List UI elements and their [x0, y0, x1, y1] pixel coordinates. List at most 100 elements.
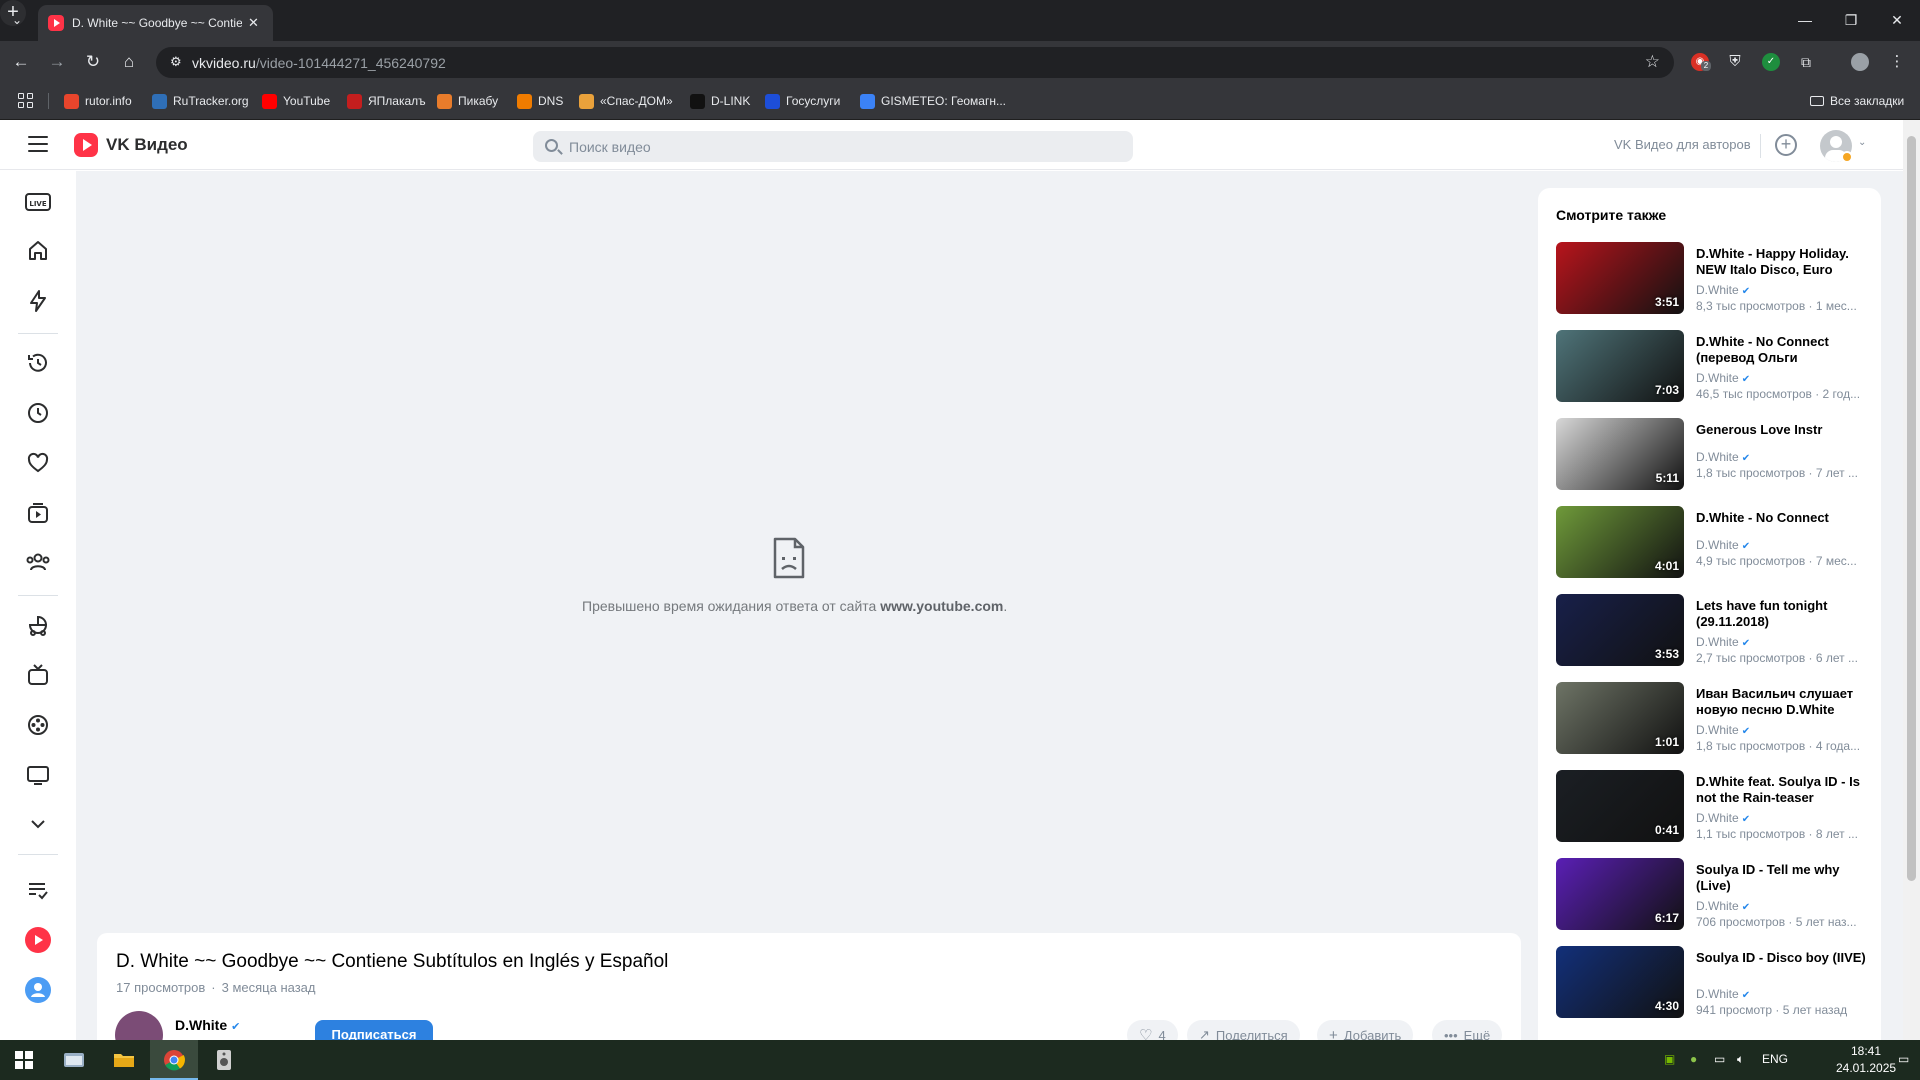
recommended-video-title[interactable]: D.White - No Connect: [1696, 510, 1866, 526]
recommended-video[interactable]: 0:41 D.White feat. Soulya ID - Is not the…: [1556, 770, 1866, 844]
close-window-button[interactable]: ✕: [1874, 0, 1920, 41]
nav-profile[interactable]: [24, 976, 52, 1004]
nav-liked[interactable]: [24, 449, 52, 477]
address-url[interactable]: vkvideo.ru/video-101444271_456240792: [192, 55, 446, 71]
taskbar-speaker-app[interactable]: [200, 1040, 248, 1080]
video-thumbnail[interactable]: 0:41: [1556, 770, 1684, 842]
extensions-puzzle-icon[interactable]: ⧉: [1797, 53, 1815, 71]
restore-window-button[interactable]: ❐: [1828, 0, 1874, 41]
recommended-video-title[interactable]: D.White - Happy Holiday. NEW Italo Disco…: [1696, 246, 1866, 278]
bookmark-youtube[interactable]: YouTube: [262, 92, 330, 110]
authors-link[interactable]: VK Видео для авторов: [1614, 137, 1751, 152]
nvidia-tray-icon[interactable]: ▣: [1664, 1052, 1675, 1066]
reload-icon[interactable]: ↻: [82, 51, 104, 73]
recommended-video[interactable]: 3:51 D.White - Happy Holiday. NEW Italo D…: [1556, 242, 1866, 316]
tab-search-icon[interactable]: ⌄: [12, 12, 22, 28]
recommended-video[interactable]: 4:01 D.White - No Connect D.White ✔ 4,9 тыс …: [1556, 506, 1866, 580]
recommended-video[interactable]: 6:17 Soulya ID - Tell me why (Live) D.Whit…: [1556, 858, 1866, 932]
profile-avatar-icon[interactable]: [1851, 53, 1869, 71]
taskbar-app-explorer-window[interactable]: [50, 1040, 98, 1080]
recommended-video-title[interactable]: Иван Васильич слушает новую песню D.Whit…: [1696, 686, 1866, 718]
recommended-video-channel[interactable]: D.White ✔: [1696, 450, 1750, 464]
bookmark-rutor[interactable]: rutor.info: [64, 92, 132, 110]
nav-tv-channels[interactable]: [24, 761, 52, 789]
nav-live[interactable]: LIVE: [24, 188, 52, 216]
upload-plus-icon[interactable]: +: [1775, 134, 1797, 156]
search-box[interactable]: [533, 131, 1133, 162]
bookmark-dlink[interactable]: D-LINK: [690, 92, 750, 110]
start-button[interactable]: [0, 1040, 48, 1080]
forward-arrow-icon[interactable]: →: [46, 51, 68, 73]
check-extension-icon[interactable]: ✓: [1762, 53, 1780, 71]
video-player[interactable]: [97, 188, 1521, 933]
taskbar-file-explorer[interactable]: [100, 1040, 148, 1080]
video-thumbnail[interactable]: 5:11: [1556, 418, 1684, 490]
recommended-video-title[interactable]: Lets have fun tonight (29.11.2018): [1696, 598, 1866, 630]
tab-close-icon[interactable]: ✕: [248, 15, 259, 31]
bookmark-gismeteo[interactable]: GISMETEO: Геомагн...: [860, 92, 1006, 110]
recommended-video-channel[interactable]: D.White ✔: [1696, 811, 1750, 825]
vk-video-logo-icon[interactable]: [74, 133, 98, 157]
recommended-video[interactable]: 4:30 Soulya ID - Disco boy (IIVE) D.White ✔…: [1556, 946, 1866, 1020]
bookmark-pikabu[interactable]: Пикабу: [437, 92, 498, 110]
recommended-video-channel[interactable]: D.White ✔: [1696, 283, 1750, 297]
adblock-extension-icon[interactable]: ◉ 2: [1691, 53, 1711, 71]
nav-my-videos[interactable]: [24, 499, 52, 527]
video-thumbnail[interactable]: 6:17: [1556, 858, 1684, 930]
menu-burger-icon[interactable]: [28, 136, 48, 152]
recommended-video-title[interactable]: Soulya ID - Tell me why (Live): [1696, 862, 1866, 894]
nav-home[interactable]: [24, 237, 52, 265]
video-thumbnail[interactable]: 3:51: [1556, 242, 1684, 314]
notifications-icon[interactable]: ▭: [1898, 1052, 1909, 1066]
channel-name[interactable]: D.White ✔: [175, 1017, 240, 1033]
nav-watch-later[interactable]: [24, 399, 52, 427]
nav-history[interactable]: [24, 349, 52, 377]
browser-menu-icon[interactable]: ⋮: [1888, 53, 1906, 71]
video-thumbnail[interactable]: 3:53: [1556, 594, 1684, 666]
video-thumbnail[interactable]: 1:01: [1556, 682, 1684, 754]
recommended-video[interactable]: 1:01 Иван Васильич слушает новую песню D.…: [1556, 682, 1866, 756]
recommended-video-title[interactable]: D.White feat. Soulya ID - Is not the Rai…: [1696, 774, 1866, 806]
back-arrow-icon[interactable]: ←: [10, 51, 32, 73]
bookmark-spasdom[interactable]: «Спас-ДОМ»: [579, 92, 673, 110]
recommended-video-channel[interactable]: D.White ✔: [1696, 538, 1750, 552]
bookmark-yaplakal[interactable]: ЯПлакалъ: [347, 92, 426, 110]
network-icon[interactable]: ▭: [1714, 1052, 1725, 1066]
recommended-video[interactable]: 7:03 D.White - No Connect (перевод Ольги …: [1556, 330, 1866, 404]
video-thumbnail[interactable]: 4:30: [1556, 946, 1684, 1018]
browser-tab-active[interactable]: D. White ~~ Goodbye ~~ Contiene Subtítul…: [38, 5, 273, 41]
recommended-video-channel[interactable]: D.White ✔: [1696, 987, 1750, 1001]
recommended-video-channel[interactable]: D.White ✔: [1696, 723, 1750, 737]
recommended-video-channel[interactable]: D.White ✔: [1696, 371, 1750, 385]
bookmark-dns[interactable]: DNS: [517, 92, 563, 110]
bookmark-gosuslugi[interactable]: Госуслуги: [765, 92, 840, 110]
site-info-icon[interactable]: ⚙: [170, 54, 182, 70]
recommended-video[interactable]: 5:11 Generous Love Instr D.White ✔ 1,8 тыс п…: [1556, 418, 1866, 492]
recommended-video-title[interactable]: Generous Love Instr: [1696, 422, 1866, 438]
shield-extension-icon[interactable]: ⛨: [1726, 53, 1744, 71]
video-thumbnail[interactable]: 7:03: [1556, 330, 1684, 402]
nav-playlists[interactable]: [24, 876, 52, 904]
keyboard-language[interactable]: ENG: [1762, 1052, 1788, 1066]
bookmark-rutracker[interactable]: RuTracker.org: [152, 92, 249, 110]
nav-trending[interactable]: [24, 287, 52, 315]
recommended-video-channel[interactable]: D.White ✔: [1696, 899, 1750, 913]
bookmark-star-icon[interactable]: ☆: [1645, 52, 1660, 72]
recommended-video-title[interactable]: Soulya ID - Disco boy (IIVE): [1696, 950, 1866, 966]
home-icon[interactable]: ⌂: [118, 51, 140, 73]
nav-shows[interactable]: [24, 661, 52, 689]
minimize-window-button[interactable]: —: [1782, 0, 1828, 41]
apps-grid-icon[interactable]: [18, 93, 34, 109]
taskbar-chrome[interactable]: [150, 1040, 198, 1080]
chevron-down-icon[interactable]: ⌄: [1858, 137, 1866, 148]
recommended-video[interactable]: 3:53 Lets have fun tonight (29.11.2018) D.…: [1556, 594, 1866, 668]
scrollbar-thumb[interactable]: [1907, 136, 1916, 881]
page-scrollbar[interactable]: [1903, 120, 1920, 1040]
tray-app-icon[interactable]: ●: [1690, 1052, 1697, 1066]
video-thumbnail[interactable]: 4:01: [1556, 506, 1684, 578]
taskbar-clock[interactable]: 18:41 24.01.2025: [1836, 1043, 1896, 1077]
volume-icon[interactable]: 🔈︎: [1737, 1052, 1744, 1067]
recommended-video-title[interactable]: D.White - No Connect (перевод Ольги Конр…: [1696, 334, 1866, 366]
vk-video-brand[interactable]: VK Видео: [106, 135, 188, 155]
search-input[interactable]: [569, 131, 1119, 162]
